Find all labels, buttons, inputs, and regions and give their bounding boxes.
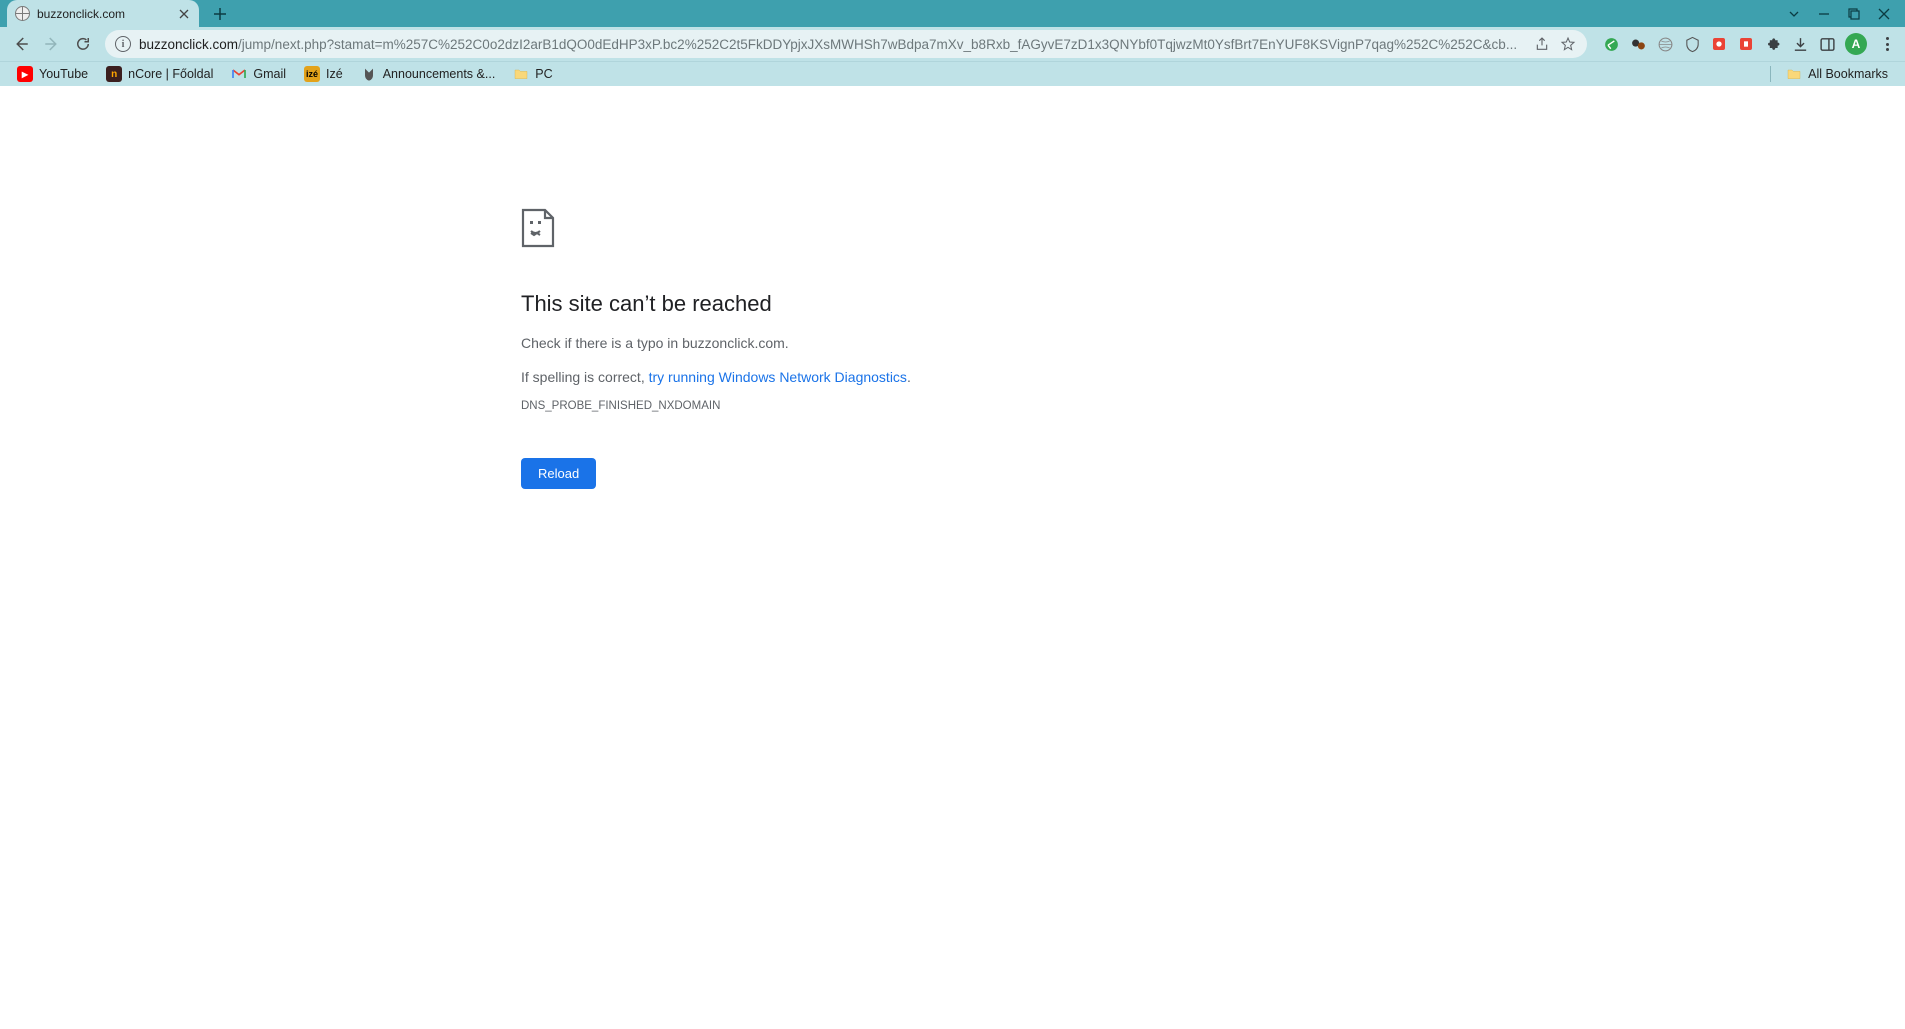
extension-icon-5[interactable] — [1710, 35, 1728, 53]
new-tab-button[interactable] — [207, 1, 233, 27]
error-subtext: Check if there is a typo in buzzonclick.… — [521, 335, 1021, 351]
site-info-icon[interactable]: i — [115, 36, 131, 52]
maximize-button[interactable] — [1846, 6, 1862, 22]
window-controls — [1773, 0, 1905, 27]
bookmark-ncore[interactable]: n nCore | Főoldal — [99, 63, 220, 85]
address-bar[interactable]: i buzzonclick.com/jump/next.php?stamat=m… — [105, 30, 1587, 58]
extension-icon-4[interactable] — [1683, 35, 1701, 53]
separator — [1770, 66, 1771, 82]
error-spelling-pre: If spelling is correct, — [521, 369, 649, 385]
profile-avatar[interactable]: A — [1845, 33, 1867, 55]
announcements-icon — [361, 66, 377, 82]
tab-strip: buzzonclick.com — [0, 0, 1905, 27]
youtube-icon: ▶ — [17, 66, 33, 82]
error-check-pre: Check if there is a typo in — [521, 335, 682, 351]
diagnostics-link[interactable]: try running Windows Network Diagnostics — [649, 369, 907, 385]
ize-icon: izé — [304, 66, 320, 82]
folder-icon — [1786, 66, 1802, 82]
extension-icon-1[interactable] — [1602, 35, 1620, 53]
extensions-puzzle-icon[interactable] — [1764, 35, 1782, 53]
error-check-domain: buzzonclick.com — [682, 335, 785, 351]
error-code: DNS_PROBE_FINISHED_NXDOMAIN — [521, 400, 1021, 412]
back-button[interactable] — [7, 31, 34, 58]
menu-button[interactable] — [1876, 37, 1898, 51]
bookmark-label: YouTube — [39, 67, 88, 81]
bookmark-youtube[interactable]: ▶ YouTube — [10, 63, 95, 85]
bookmarks-bar: ▶ YouTube n nCore | Főoldal Gmail izé Iz… — [0, 61, 1905, 86]
bookmark-ize[interactable]: izé Izé — [297, 63, 350, 85]
url-domain: buzzonclick.com — [139, 37, 238, 52]
bookmark-label: Izé — [326, 67, 343, 81]
chevron-down-icon[interactable] — [1786, 6, 1802, 22]
window-close-button[interactable] — [1876, 6, 1892, 22]
error-block: This site can’t be reached Check if ther… — [521, 208, 1021, 489]
bookmark-star-icon[interactable] — [1559, 35, 1577, 53]
page-content: This site can’t be reached Check if ther… — [0, 86, 1905, 1029]
share-icon[interactable] — [1533, 35, 1551, 53]
side-panel-icon[interactable] — [1818, 35, 1836, 53]
all-bookmarks-label: All Bookmarks — [1808, 67, 1888, 81]
reload-page-button[interactable]: Reload — [521, 458, 596, 489]
avatar-letter: A — [1852, 37, 1861, 51]
bookmark-gmail[interactable]: Gmail — [224, 63, 293, 85]
bookmark-pc[interactable]: PC — [506, 63, 559, 85]
bookmark-label: Gmail — [253, 67, 286, 81]
error-line2: If spelling is correct, try running Wind… — [521, 369, 1021, 385]
dead-page-icon — [521, 208, 1021, 248]
extension-icon-6[interactable] — [1737, 35, 1755, 53]
extension-icon-2[interactable] — [1629, 35, 1647, 53]
close-tab-icon[interactable] — [177, 7, 191, 21]
bookmark-announcements[interactable]: Announcements &... — [354, 63, 503, 85]
downloads-icon[interactable] — [1791, 35, 1809, 53]
extension-icon-3[interactable] — [1656, 35, 1674, 53]
bookmark-label: Announcements &... — [383, 67, 496, 81]
folder-icon — [513, 66, 529, 82]
bookmark-label: nCore | Főoldal — [128, 67, 213, 81]
bookmarks-right: All Bookmarks — [1770, 63, 1895, 85]
all-bookmarks-button[interactable]: All Bookmarks — [1779, 63, 1895, 85]
reload-button[interactable] — [69, 31, 96, 58]
tab-title: buzzonclick.com — [37, 7, 170, 21]
url-path: /jump/next.php?stamat=m%257C%252C0o2dzI2… — [238, 37, 1517, 52]
globe-icon — [15, 6, 30, 21]
minimize-button[interactable] — [1816, 6, 1832, 22]
toolbar: i buzzonclick.com/jump/next.php?stamat=m… — [0, 27, 1905, 61]
forward-button[interactable] — [38, 31, 65, 58]
bookmark-label: PC — [535, 67, 552, 81]
url-text: buzzonclick.com/jump/next.php?stamat=m%2… — [139, 37, 1525, 52]
gmail-icon — [231, 66, 247, 82]
ncore-icon: n — [106, 66, 122, 82]
browser-tab[interactable]: buzzonclick.com — [7, 0, 199, 27]
error-heading: This site can’t be reached — [521, 291, 1021, 317]
toolbar-right: A — [1596, 33, 1898, 55]
bookmarks-left: ▶ YouTube n nCore | Főoldal Gmail izé Iz… — [10, 63, 560, 85]
